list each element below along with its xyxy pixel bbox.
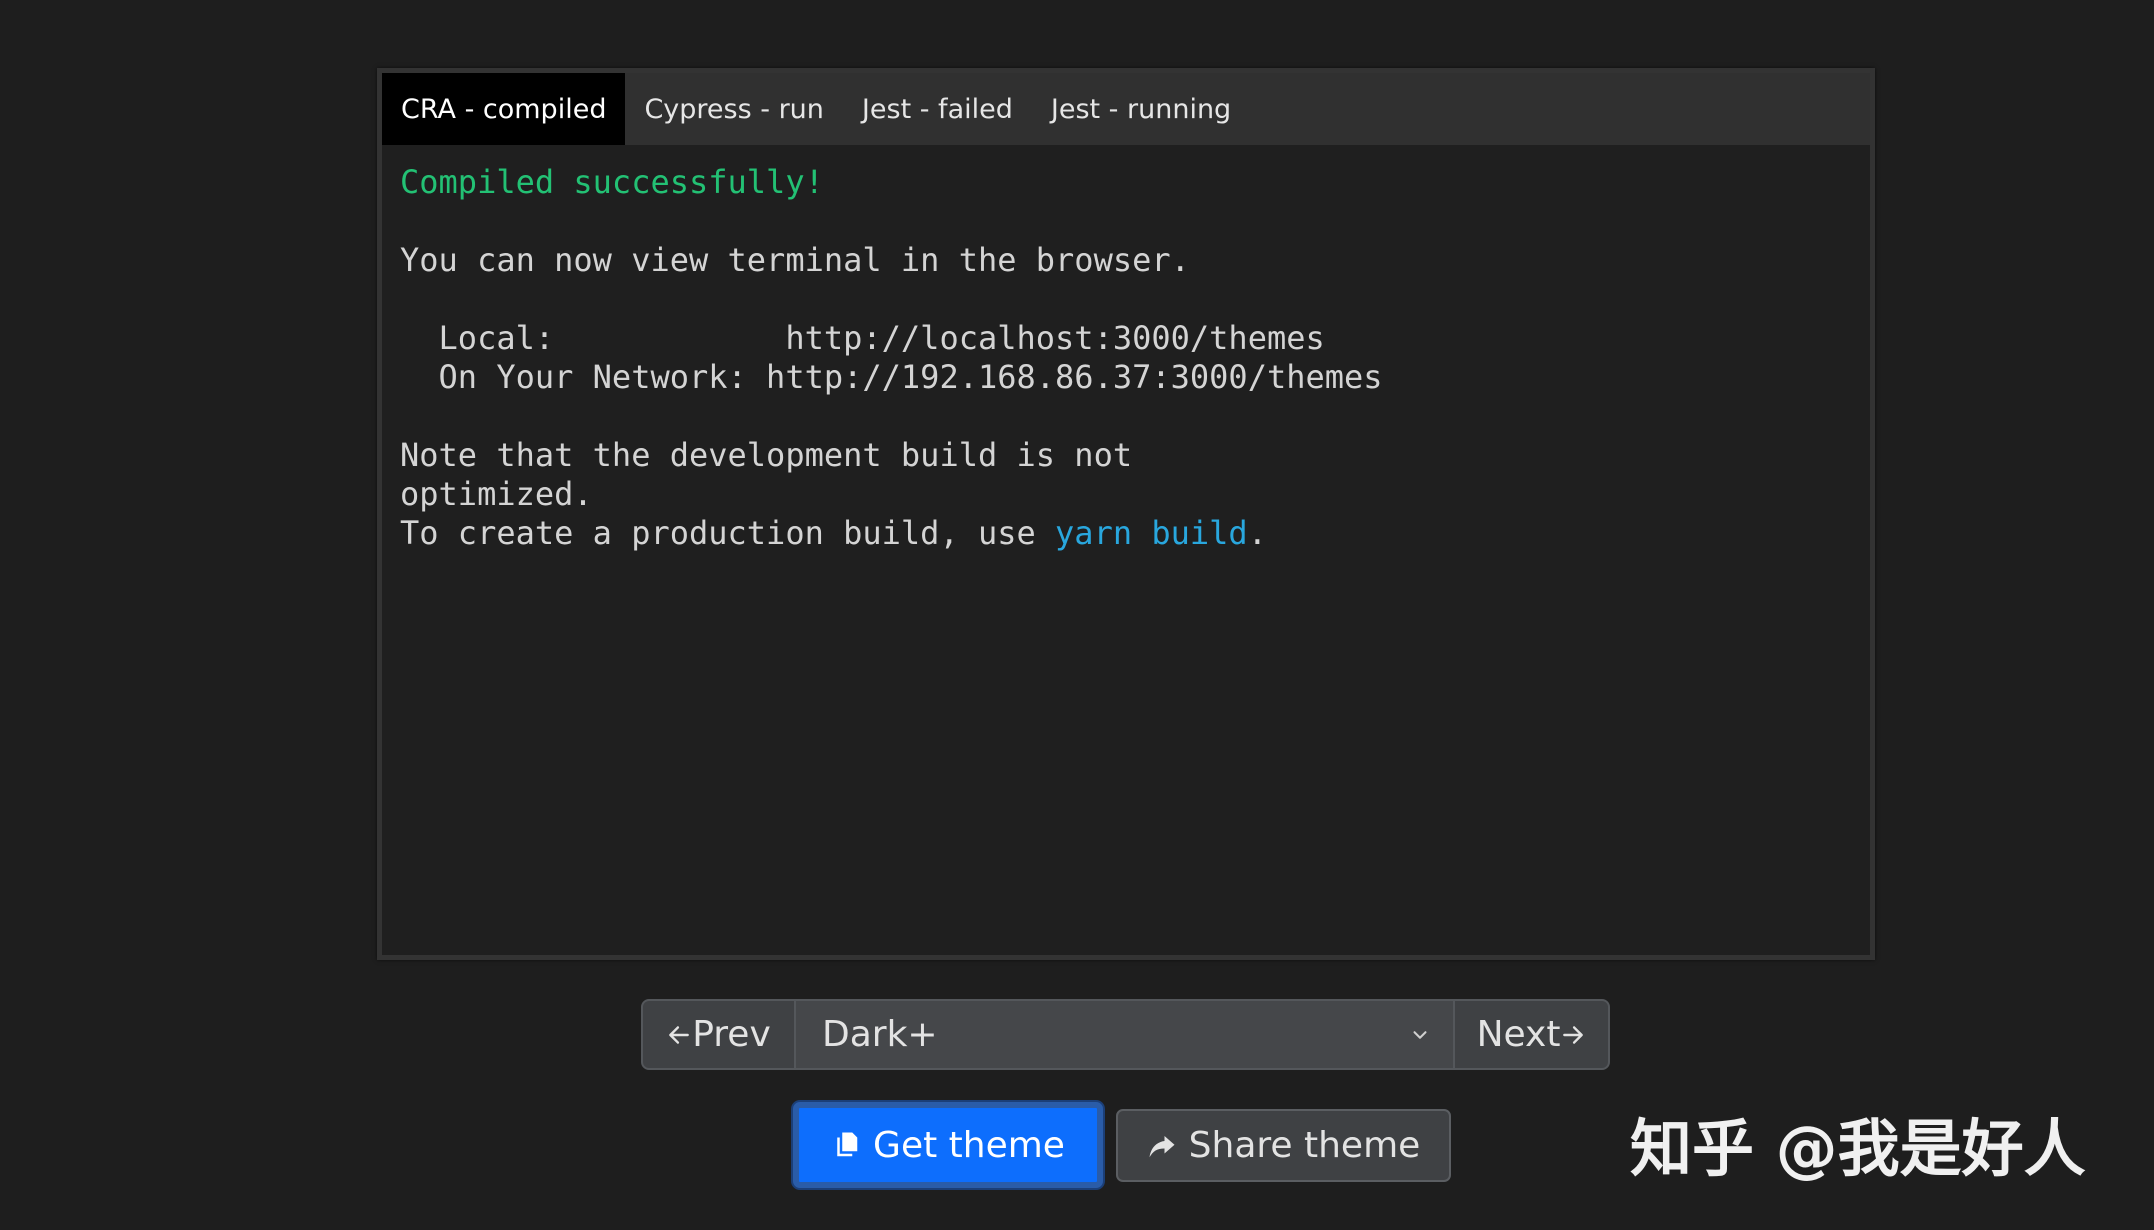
blank-line xyxy=(400,202,1852,241)
copy-icon xyxy=(831,1130,861,1160)
theme-navigation: Prev Dark+ Next xyxy=(641,999,1610,1070)
network-url-line: On Your Network: http://192.168.86.37:30… xyxy=(400,358,1852,397)
prev-label: Prev xyxy=(692,1014,771,1055)
tab-jest-running[interactable]: Jest - running xyxy=(1032,73,1250,145)
prev-button[interactable]: Prev xyxy=(641,999,796,1070)
theme-select-value: Dark+ xyxy=(822,1014,1409,1055)
compiled-status-line: Compiled successfully! xyxy=(400,163,1852,202)
network-url[interactable]: http://192.168.86.37:3000/themes xyxy=(766,358,1383,396)
blank-line xyxy=(400,280,1852,319)
share-theme-button[interactable]: Share theme xyxy=(1116,1109,1451,1182)
get-theme-button[interactable]: Get theme xyxy=(793,1102,1103,1188)
local-url[interactable]: http://localhost:3000/themes xyxy=(785,319,1324,357)
terminal-tabbar: CRA - compiled Cypress - run Jest - fail… xyxy=(382,73,1870,145)
watermark: 知乎 @我是好人 xyxy=(1630,1098,2086,1188)
arrow-right-icon xyxy=(1560,1022,1586,1048)
tab-cypress-run[interactable]: Cypress - run xyxy=(625,73,842,145)
share-arrow-icon xyxy=(1147,1131,1177,1161)
get-theme-label: Get theme xyxy=(873,1125,1065,1166)
build-hint-line: To create a production build, use yarn b… xyxy=(400,514,1852,553)
arrow-left-icon xyxy=(666,1022,692,1048)
view-info-line: You can now view terminal in the browser… xyxy=(400,241,1852,280)
local-label: Local: xyxy=(400,319,785,357)
network-label: On Your Network: xyxy=(400,358,766,396)
chevron-down-icon xyxy=(1409,1024,1431,1046)
note-line-2: optimized. xyxy=(400,475,1852,514)
tab-cra-compiled[interactable]: CRA - compiled xyxy=(382,73,625,145)
local-url-line: Local: http://localhost:3000/themes xyxy=(400,319,1852,358)
build-hint-suffix: . xyxy=(1248,514,1267,552)
tab-jest-failed[interactable]: Jest - failed xyxy=(843,73,1032,145)
yarn-build-command: yarn build xyxy=(1055,514,1248,552)
next-label: Next xyxy=(1477,1014,1561,1055)
note-line-1: Note that the development build is not xyxy=(400,436,1852,475)
next-button[interactable]: Next xyxy=(1453,999,1610,1070)
build-hint-prefix: To create a production build, use xyxy=(400,514,1055,552)
terminal-window: CRA - compiled Cypress - run Jest - fail… xyxy=(377,68,1875,960)
terminal-output: Compiled successfully! You can now view … xyxy=(400,163,1852,945)
blank-line xyxy=(400,397,1852,436)
theme-select[interactable]: Dark+ xyxy=(796,999,1453,1070)
share-theme-label: Share theme xyxy=(1189,1125,1421,1166)
